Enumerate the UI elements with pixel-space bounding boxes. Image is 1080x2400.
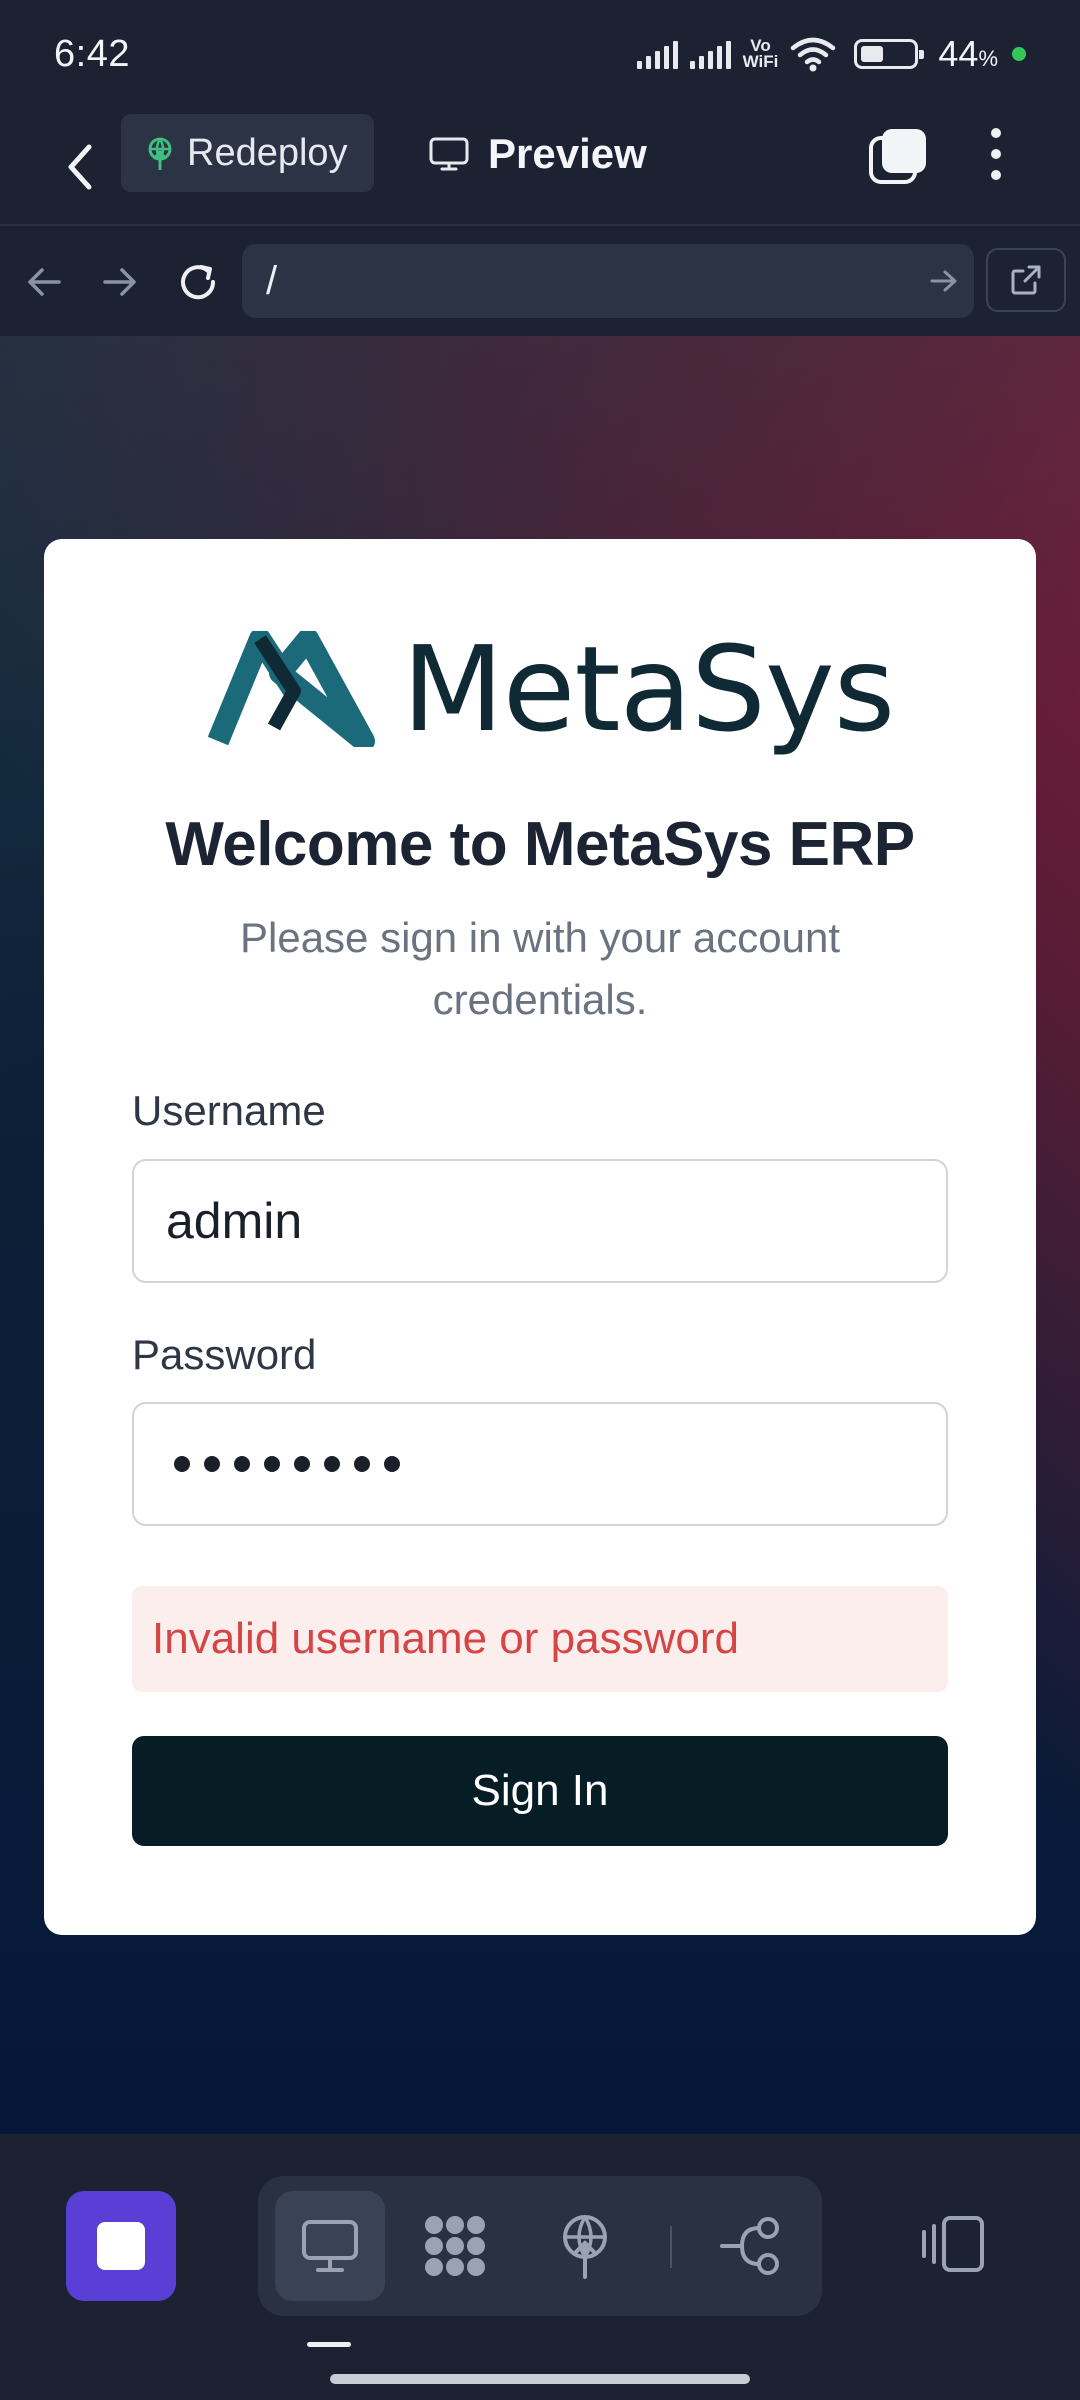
signal-icon [689,39,731,69]
dock-workspace-button[interactable] [400,2191,510,2301]
tabs-icon[interactable] [868,126,928,186]
url-text: / [266,258,278,303]
redeploy-button[interactable]: Redeploy [121,114,374,192]
bottom-dock [0,2134,1080,2400]
more-menu-icon[interactable] [980,122,1012,186]
logo-text: MetaSys [402,620,895,758]
browser-toolbar: / [0,226,1080,336]
password-dot [384,1456,400,1472]
status-indicators: Vo WiFi 44% [636,33,1026,75]
arrow-right-icon [103,268,136,296]
preview-label: Preview [488,130,647,177]
password-dot [174,1456,190,1472]
sign-in-button[interactable]: Sign In [132,1736,948,1846]
back-button[interactable] [52,130,108,204]
deploy-icon [563,2215,607,2279]
dock-deploy-button[interactable] [530,2191,640,2301]
page-subtitle: Please sign in with your account credent… [240,914,840,1023]
battery-icon [854,39,925,69]
error-message: Invalid username or password [152,1614,739,1663]
chevron-left-icon [68,144,92,190]
vowifi-label: Vo WiFi [742,36,779,71]
monitor-icon [429,137,469,171]
url-go-button[interactable] [914,251,974,311]
url-field[interactable]: / [242,244,974,318]
open-external-button[interactable] [986,248,1066,312]
dock-preview-button[interactable] [275,2191,385,2301]
password-dot [294,1456,310,1472]
device-toggle-icon[interactable] [920,2212,992,2276]
password-dot [324,1456,340,1472]
reload-icon [181,265,216,300]
browser-forward-button[interactable] [92,254,148,310]
password-dot [204,1456,220,1472]
battery-percent: 44% [938,33,998,74]
wifi-icon [791,37,836,72]
username-label: Username [132,1087,326,1134]
external-link-icon [1011,265,1041,295]
redeploy-label: Redeploy [187,131,348,174]
dock-divider [670,2226,672,2268]
password-dot [264,1456,280,1472]
active-tab-indicator [307,2342,351,2347]
browser-back-button[interactable] [16,254,72,310]
stop-icon [97,2222,145,2270]
metasys-logo-mark [208,631,375,747]
branch-icon [720,2217,779,2275]
app-header: Redeploy Preview [0,108,1080,226]
arrow-left-icon [28,268,61,296]
privacy-indicator [1012,47,1026,61]
dock-toolbar [258,2176,822,2316]
dock-git-button[interactable] [696,2191,806,2301]
status-bar: 6:42 Vo WiFi 44% [0,0,1080,108]
grid-blobs-icon [425,2216,485,2276]
reload-button[interactable] [170,254,226,310]
password-dot [234,1456,250,1472]
password-input[interactable] [132,1402,948,1526]
preview-tab[interactable]: Preview [428,118,647,190]
status-time: 6:42 [54,32,130,75]
metasys-logo: MetaSys [208,619,908,759]
username-input[interactable] [132,1159,948,1283]
arrow-right-icon [930,270,957,292]
home-indicator[interactable] [330,2374,750,2384]
preview-viewport: MetaSys Welcome to MetaSys ERP Please si… [0,336,1080,2134]
stop-button[interactable] [66,2191,176,2301]
monitor-icon [302,2220,358,2272]
page-title: Welcome to MetaSys ERP [165,810,915,879]
deploy-icon [148,137,172,170]
password-label: Password [132,1331,317,1378]
signal-icon [636,39,678,69]
error-alert: Invalid username or password [132,1586,948,1692]
password-dot [354,1456,370,1472]
login-card: MetaSys Welcome to MetaSys ERP Please si… [44,539,1036,1935]
